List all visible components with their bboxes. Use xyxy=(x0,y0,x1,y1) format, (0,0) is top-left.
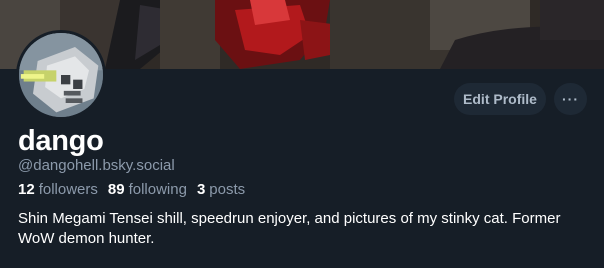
profile-bio: Shin Megami Tensei shill, speedrun enjoy… xyxy=(18,210,561,247)
posts-stat: 3 posts xyxy=(197,180,245,200)
profile-stats: 12 followers 89 following 3 posts xyxy=(18,180,245,200)
following-link[interactable]: 89 following xyxy=(108,180,187,200)
edit-profile-button[interactable]: Edit Profile xyxy=(454,83,546,115)
ellipsis-icon: ··· xyxy=(562,91,579,107)
profile-header: Edit Profile ··· dango @dangohell.bsky.s… xyxy=(0,0,604,268)
profile-actions: Edit Profile ··· xyxy=(454,83,587,115)
avatar-image xyxy=(19,33,103,117)
followers-link[interactable]: 12 followers xyxy=(18,180,98,200)
followers-count: 12 xyxy=(18,181,35,198)
following-label: following xyxy=(128,181,187,198)
avatar[interactable] xyxy=(16,30,106,120)
display-name: dango xyxy=(18,125,104,157)
more-options-button[interactable]: ··· xyxy=(554,83,587,115)
posts-count: 3 xyxy=(196,181,206,198)
posts-label: posts xyxy=(209,181,246,198)
following-count: 89 xyxy=(107,181,125,198)
followers-label: followers xyxy=(38,181,98,198)
profile-handle: @dangohell.bsky.social xyxy=(18,157,175,174)
